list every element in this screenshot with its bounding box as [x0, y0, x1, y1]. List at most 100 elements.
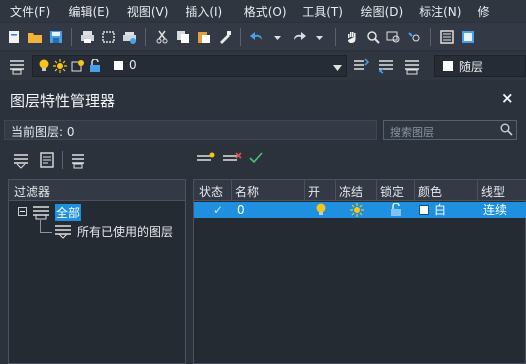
tree-item-all[interactable]: 全部 — [55, 204, 82, 221]
open-folder-icon[interactable] — [25, 27, 44, 46]
chevron-down-icon — [333, 61, 342, 75]
toolbar-separator — [62, 151, 63, 169]
filter-used-icon — [53, 223, 73, 242]
toolbar-separator — [71, 27, 72, 46]
copy-icon[interactable] — [173, 27, 192, 46]
table-row[interactable]: ✓ 0 白 连续 — [194, 202, 526, 218]
filter-tree-pane: 过滤器 全部 所有已使用的图层 — [8, 179, 186, 364]
zoom-previous-icon[interactable] — [405, 27, 424, 46]
col-freeze[interactable]: 冻结 — [339, 183, 363, 200]
bulb-on-icon[interactable] — [315, 203, 327, 220]
menu-dimension[interactable]: 标注(N) — [409, 3, 467, 20]
status-check: ✓ — [213, 203, 224, 217]
filter-header-label: 过滤器 — [14, 185, 51, 199]
column-divider[interactable] — [335, 180, 336, 201]
sun-icon — [53, 59, 67, 76]
current-layer-value: 0 — [129, 58, 137, 72]
filter-all-icon — [31, 204, 51, 223]
unlock-icon — [88, 58, 102, 76]
match-properties-icon[interactable] — [215, 27, 234, 46]
publish-icon[interactable] — [120, 27, 139, 46]
chevron-down-icon[interactable] — [310, 27, 329, 46]
menu-insert[interactable]: 插入(I) — [175, 3, 233, 20]
menu-edit[interactable]: 编辑(E) — [58, 3, 116, 20]
new-group-filter-icon[interactable] — [39, 151, 57, 172]
layer-name-cell[interactable]: 0 — [237, 202, 245, 218]
color-name-cell[interactable]: 白 — [434, 202, 446, 218]
toolbar-separator — [430, 27, 431, 46]
filter-header: 过滤器 — [9, 180, 185, 201]
column-divider[interactable] — [231, 180, 232, 201]
layer-manager-icon[interactable] — [8, 57, 26, 78]
layer-states-icon[interactable] — [403, 57, 421, 78]
chevron-down-icon[interactable] — [268, 27, 287, 46]
col-status[interactable]: 状态 — [199, 183, 223, 200]
column-divider[interactable] — [304, 180, 305, 201]
pan-icon[interactable] — [342, 27, 361, 46]
standard-toolbar — [0, 23, 526, 50]
sun-icon[interactable] — [350, 203, 364, 220]
search-input[interactable]: 搜索图层 — [383, 120, 517, 140]
color-dropdown[interactable]: 随层 — [434, 55, 526, 77]
collapse-toggle[interactable] — [18, 207, 27, 216]
column-divider[interactable] — [477, 180, 478, 201]
redo-icon[interactable] — [289, 27, 308, 46]
new-file-icon[interactable] — [4, 27, 23, 46]
toolbar-separator — [240, 27, 241, 46]
color-swatch — [443, 61, 453, 71]
set-current-check-icon[interactable] — [249, 151, 263, 168]
tree-line — [40, 220, 41, 232]
menu-view[interactable]: 视图(V) — [117, 3, 175, 20]
save-icon[interactable] — [46, 27, 65, 46]
layer-previous-icon[interactable] — [377, 57, 395, 78]
viewport-freeze-icon — [71, 59, 85, 76]
layer-states-manager-icon[interactable] — [69, 151, 87, 172]
panel-title: 图层特性管理器 — [10, 92, 116, 110]
layer-properties-panel: 图层特性管理器 × 当前图层: 0 搜索图层 过滤器 全部 所有已使用的图层 状… — [0, 83, 526, 364]
design-center-icon[interactable] — [458, 27, 477, 46]
color-swatch — [114, 61, 123, 70]
menu-tools[interactable]: 工具(T) — [292, 3, 350, 20]
paste-icon[interactable] — [194, 27, 213, 46]
col-on[interactable]: 开 — [308, 183, 320, 200]
menu-bar: 文件(F) 编辑(E) 视图(V) 插入(I) 格式(O) 工具(T) 绘图(D… — [0, 0, 526, 22]
properties-icon[interactable] — [437, 27, 456, 46]
menu-modify[interactable]: 修 — [468, 3, 526, 20]
print-icon[interactable] — [78, 27, 97, 46]
unlock-icon[interactable] — [389, 202, 403, 220]
color-value: 随层 — [459, 60, 484, 74]
tree-item-used-layers[interactable]: 所有已使用的图层 — [77, 223, 173, 240]
zoom-window-icon[interactable] — [384, 27, 403, 46]
column-divider[interactable] — [414, 180, 415, 201]
toolbar-separator — [335, 27, 336, 46]
layer-grid: 状态 名称 开 冻结 锁定 颜色 线型 ✓ 0 白 连续 — [193, 179, 526, 364]
col-linetype[interactable]: 线型 — [481, 183, 505, 200]
bulb-on-icon — [38, 59, 50, 76]
toolbar-separator — [145, 27, 146, 46]
menu-draw[interactable]: 绘图(D) — [351, 3, 409, 20]
search-placeholder: 搜索图层 — [390, 126, 434, 139]
make-current-icon[interactable] — [352, 57, 370, 78]
delete-layer-icon[interactable] — [222, 151, 242, 168]
col-lock[interactable]: 锁定 — [380, 183, 404, 200]
menu-format[interactable]: 格式(O) — [234, 3, 292, 20]
layer-dropdown[interactable]: 0 — [32, 55, 347, 77]
new-property-filter-icon[interactable] — [12, 151, 30, 172]
layer-toolbar: 0 随层 — [0, 52, 526, 80]
zoom-realtime-icon[interactable] — [363, 27, 382, 46]
undo-icon[interactable] — [247, 27, 266, 46]
close-button[interactable]: × — [501, 89, 514, 107]
color-swatch[interactable] — [419, 205, 429, 215]
print-preview-icon[interactable] — [99, 27, 118, 46]
menu-file[interactable]: 文件(F) — [0, 3, 58, 20]
new-layer-icon[interactable] — [196, 151, 216, 168]
current-layer-label: 当前图层: 0 — [11, 125, 75, 139]
grid-header: 状态 名称 开 冻结 锁定 颜色 线型 — [194, 180, 526, 201]
col-name[interactable]: 名称 — [235, 183, 259, 200]
tree-line — [40, 232, 52, 233]
cut-icon[interactable] — [152, 27, 171, 46]
current-layer-bar: 当前图层: 0 — [4, 120, 377, 140]
linetype-cell[interactable]: 连续 — [483, 202, 507, 218]
column-divider[interactable] — [376, 180, 377, 201]
col-color[interactable]: 颜色 — [418, 183, 442, 200]
